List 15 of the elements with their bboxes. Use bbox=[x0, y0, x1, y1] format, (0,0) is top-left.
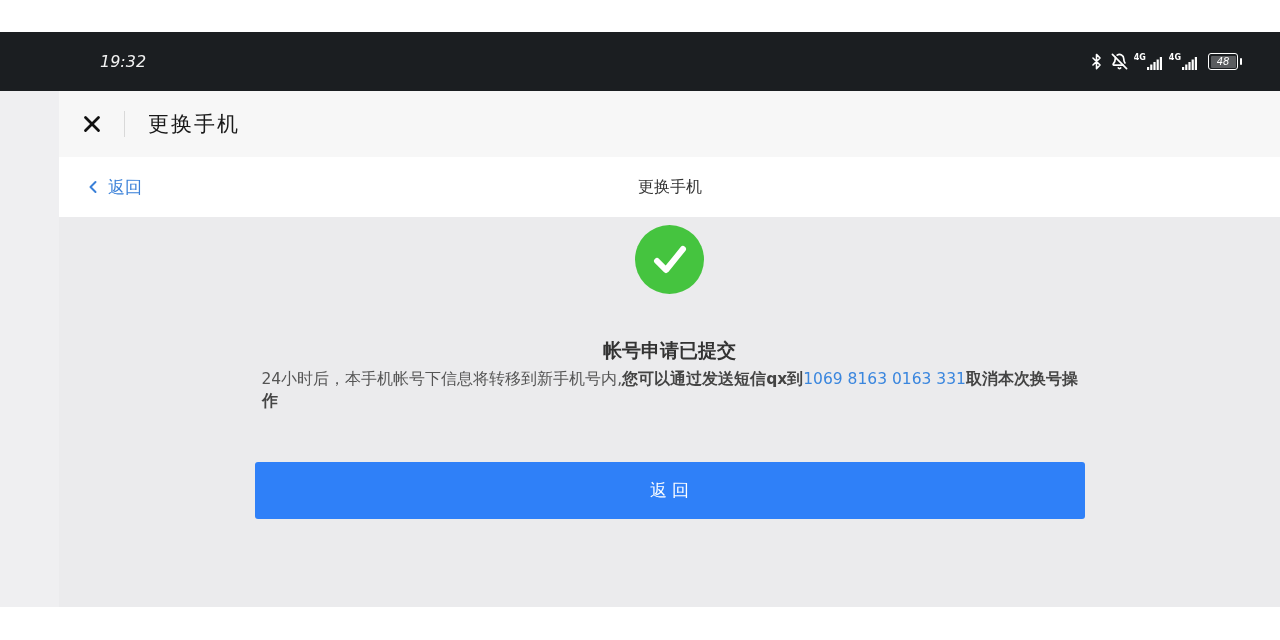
network-type-text: 4G bbox=[1168, 53, 1181, 62]
status-time: 19:32 bbox=[100, 52, 147, 71]
check-circle-icon bbox=[635, 225, 704, 294]
signal-icon bbox=[1146, 55, 1163, 70]
header-title: 更换手机 bbox=[148, 111, 240, 138]
result-description: 24小时后，本手机帐号下信息将转移到新手机号内,您可以通过发送短信qx到1069 8163 0163 331取消本次换号操作 bbox=[260, 369, 1079, 412]
network-type-text: 4G bbox=[1133, 53, 1146, 62]
signal-icon bbox=[1182, 55, 1198, 70]
result-title: 帐号申请已提交 bbox=[603, 338, 736, 362]
nav-title: 更换手机 bbox=[637, 176, 702, 198]
battery-indicator: 48 bbox=[1208, 53, 1242, 70]
phone-number-link[interactable]: 1069 8163 0163 331 bbox=[803, 370, 966, 388]
return-button[interactable]: 返 回 bbox=[254, 462, 1085, 519]
back-button[interactable]: 返回 bbox=[83, 175, 142, 199]
bell-off-icon bbox=[1110, 53, 1128, 70]
